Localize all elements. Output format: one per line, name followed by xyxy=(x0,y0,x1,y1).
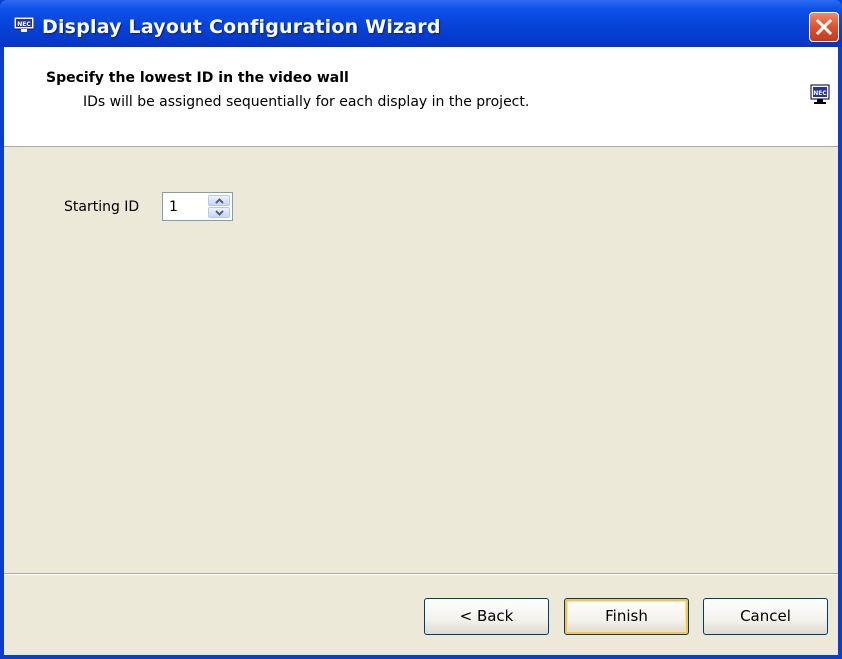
footer-divider xyxy=(4,573,838,575)
wizard-header: Specify the lowest ID in the video wall … xyxy=(4,47,838,147)
cancel-button[interactable]: Cancel xyxy=(703,598,828,635)
cancel-button-label: Cancel xyxy=(740,607,791,625)
spin-down-button[interactable] xyxy=(208,207,230,218)
starting-id-label: Starting ID xyxy=(64,199,140,215)
wizard-window: NEC Display Layout Configuration Wizard … xyxy=(0,0,842,659)
spin-up-button[interactable] xyxy=(208,195,230,206)
nec-monitor-icon: NEC xyxy=(810,84,830,104)
close-button[interactable] xyxy=(809,12,839,42)
back-button-label: < Back xyxy=(459,607,514,625)
nec-monitor-icon: NEC xyxy=(14,17,34,32)
svg-text:NEC: NEC xyxy=(813,90,827,97)
starting-id-spinner[interactable]: 1 xyxy=(162,192,233,221)
chevron-up-icon xyxy=(215,198,224,204)
wizard-client-area: Specify the lowest ID in the video wall … xyxy=(4,47,838,655)
page-title: Specify the lowest ID in the video wall xyxy=(46,70,349,86)
finish-button[interactable]: Finish xyxy=(564,598,689,635)
chevron-down-icon xyxy=(215,210,224,216)
close-icon xyxy=(816,19,832,35)
back-button[interactable]: < Back xyxy=(424,598,549,635)
page-subtitle: IDs will be assigned sequentially for ea… xyxy=(83,94,530,110)
finish-button-label: Finish xyxy=(605,607,648,625)
window-title: Display Layout Configuration Wizard xyxy=(42,16,441,38)
starting-id-value[interactable]: 1 xyxy=(169,199,178,215)
spinner-buttons xyxy=(208,195,230,218)
title-bar[interactable]: NEC Display Layout Configuration Wizard xyxy=(0,0,842,47)
svg-text:NEC: NEC xyxy=(17,21,31,28)
